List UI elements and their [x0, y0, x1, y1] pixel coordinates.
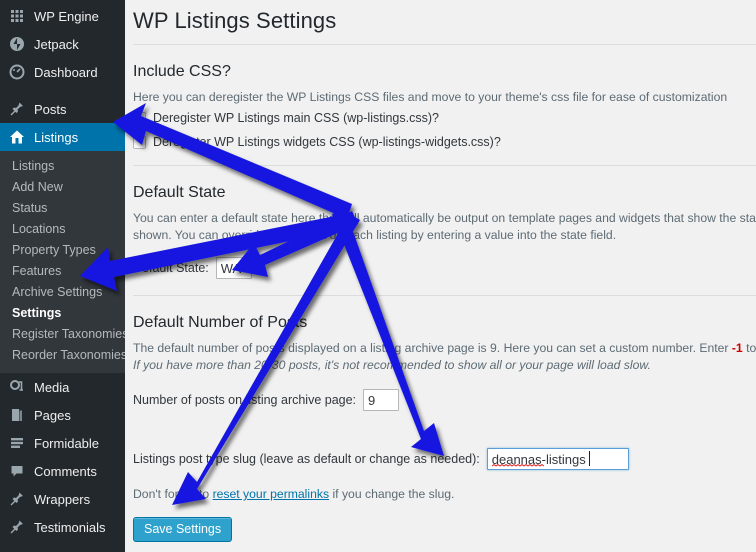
- sidebar-item-label: Listings: [34, 129, 79, 145]
- sidebar-subitem-settings[interactable]: Settings: [0, 303, 125, 324]
- permalink-hint-post: if you change the slug.: [329, 487, 455, 501]
- sidebar-divider-2: [0, 541, 125, 550]
- main-content: WP Listings Settings Include CSS? Here y…: [125, 0, 756, 552]
- deregister-widgets-css-checkbox[interactable]: [133, 135, 146, 149]
- sidebar-item-label: Comments: [34, 463, 97, 479]
- include-css-description: Here you can deregister the WP Listings …: [133, 90, 728, 104]
- sidebar-top-menu: WP Engine Jetpack Dashboard Posts Listin…: [0, 0, 125, 151]
- section-heading-default-posts: Default Number of Posts: [133, 314, 308, 331]
- page-title: WP Listings Settings: [133, 8, 337, 33]
- sidebar-item-label: Posts: [34, 101, 67, 117]
- sidebar-subitem-add-new[interactable]: Add New: [0, 177, 125, 198]
- default-posts-description: The default number of posts displayed on…: [125, 340, 756, 357]
- slug-field-row: Listings post type slug (leave as defaul…: [125, 448, 756, 470]
- posts-count-field-row: Number of posts on listing archive page:: [125, 389, 756, 411]
- permalink-hint-pre: Don't forget to: [133, 487, 213, 501]
- section-heading-include-css: Include CSS?: [133, 63, 231, 80]
- slug-input-wrapper: [486, 448, 629, 470]
- sidebar-item-dashboard[interactable]: Dashboard: [0, 58, 125, 86]
- pages-icon: [8, 406, 26, 424]
- section-heading-default-state: Default State: [133, 184, 226, 201]
- sidebar-item-label: Pages: [34, 407, 71, 423]
- sidebar-subitem-listings[interactable]: Listings: [0, 156, 125, 177]
- media-icon: [8, 378, 26, 396]
- permalink-hint: Don't forget to reset your permalinks if…: [125, 486, 756, 503]
- posts-count-label: Number of posts on listing archive page:: [133, 393, 357, 407]
- default-posts-description-pre: The default number of posts displayed on…: [133, 341, 732, 355]
- sidebar-item-pages[interactable]: Pages: [0, 401, 125, 429]
- pin-icon: [8, 490, 26, 508]
- sidebar-subitem-locations[interactable]: Locations: [0, 219, 125, 240]
- home-icon: [8, 128, 26, 146]
- slug-input[interactable]: [486, 448, 629, 470]
- default-state-description-line1: You can enter a default state here that …: [133, 211, 756, 225]
- sidebar-subitem-archive-settings[interactable]: Archive Settings: [0, 282, 125, 303]
- pin-icon: [8, 100, 26, 118]
- sidebar-item-label: Testimonials: [34, 519, 106, 535]
- sidebar-subitem-property-types[interactable]: Property Types: [0, 240, 125, 261]
- posts-count-input[interactable]: [363, 389, 400, 411]
- jetpack-icon: [8, 35, 26, 53]
- pin-icon: [8, 518, 26, 536]
- reset-permalinks-link[interactable]: reset your permalinks: [213, 487, 330, 501]
- text-cursor: [588, 451, 590, 466]
- sidebar-item-listings[interactable]: Listings: [0, 123, 125, 151]
- sidebar-item-posts[interactable]: Posts: [0, 95, 125, 123]
- sidebar-item-label: Wrappers: [34, 491, 91, 507]
- slug-label: Listings post type slug (leave as defaul…: [133, 452, 480, 466]
- default-posts-highlight: -1: [731, 341, 743, 355]
- sidebar-item-label: WP Engine: [34, 8, 99, 24]
- sidebar-item-wp-engine[interactable]: WP Engine: [0, 2, 125, 30]
- sidebar-bottom-menu: Media Pages Formidable Comments Wrappers…: [0, 373, 125, 552]
- sidebar-item-jetpack[interactable]: Jetpack: [0, 30, 125, 58]
- dashboard-icon: [8, 63, 26, 81]
- sidebar-item-label: Media: [34, 379, 70, 395]
- sidebar-item-media[interactable]: Media: [0, 373, 125, 401]
- wpengine-icon: [8, 7, 26, 25]
- sidebar-item-label: Jetpack: [34, 36, 79, 52]
- sidebar-subitem-reorder-taxonomies[interactable]: Reorder Taxonomies: [0, 345, 125, 366]
- sidebar-subitem-status[interactable]: Status: [0, 198, 125, 219]
- sidebar-subitem-register-taxonomies[interactable]: Register Taxonomies: [0, 324, 125, 345]
- sidebar-item-testimonials[interactable]: Testimonials: [0, 513, 125, 541]
- save-settings-button[interactable]: Save Settings: [133, 517, 233, 542]
- formidable-icon: [8, 434, 26, 452]
- default-state-description-line2: shown. You can override the default on e…: [133, 228, 617, 242]
- default-state-input[interactable]: [215, 257, 252, 279]
- deregister-main-css-checkbox[interactable]: [133, 111, 146, 125]
- sidebar-item-wrappers[interactable]: Wrappers: [0, 485, 125, 513]
- default-state-field-row: Default State:: [125, 257, 756, 279]
- sidebar-item-label: Dashboard: [34, 64, 98, 80]
- comments-icon: [8, 462, 26, 480]
- sidebar-submenu-listings: Listings Add New Status Locations Proper…: [0, 151, 125, 373]
- default-posts-description-italic: If you have more than 20-30 posts, it's …: [133, 358, 651, 372]
- sidebar-item-comments[interactable]: Comments: [0, 457, 125, 485]
- deregister-main-css-row[interactable]: Deregister WP Listings main CSS (wp-list…: [125, 106, 756, 130]
- deregister-widgets-css-row[interactable]: Deregister WP Listings widgets CSS (wp-l…: [125, 130, 756, 154]
- admin-sidebar: WP Engine Jetpack Dashboard Posts Listin…: [0, 0, 125, 552]
- sidebar-subitem-features[interactable]: Features: [0, 261, 125, 282]
- deregister-main-css-label: Deregister WP Listings main CSS (wp-list…: [153, 111, 439, 125]
- sidebar-divider: [0, 86, 125, 95]
- default-posts-description-post: to display all listing posts: [746, 341, 756, 355]
- default-state-label: Default State:: [133, 261, 209, 275]
- sidebar-item-label: Formidable: [34, 435, 100, 451]
- sidebar-item-formidable[interactable]: Formidable: [0, 429, 125, 457]
- deregister-widgets-css-label: Deregister WP Listings widgets CSS (wp-l…: [153, 135, 501, 149]
